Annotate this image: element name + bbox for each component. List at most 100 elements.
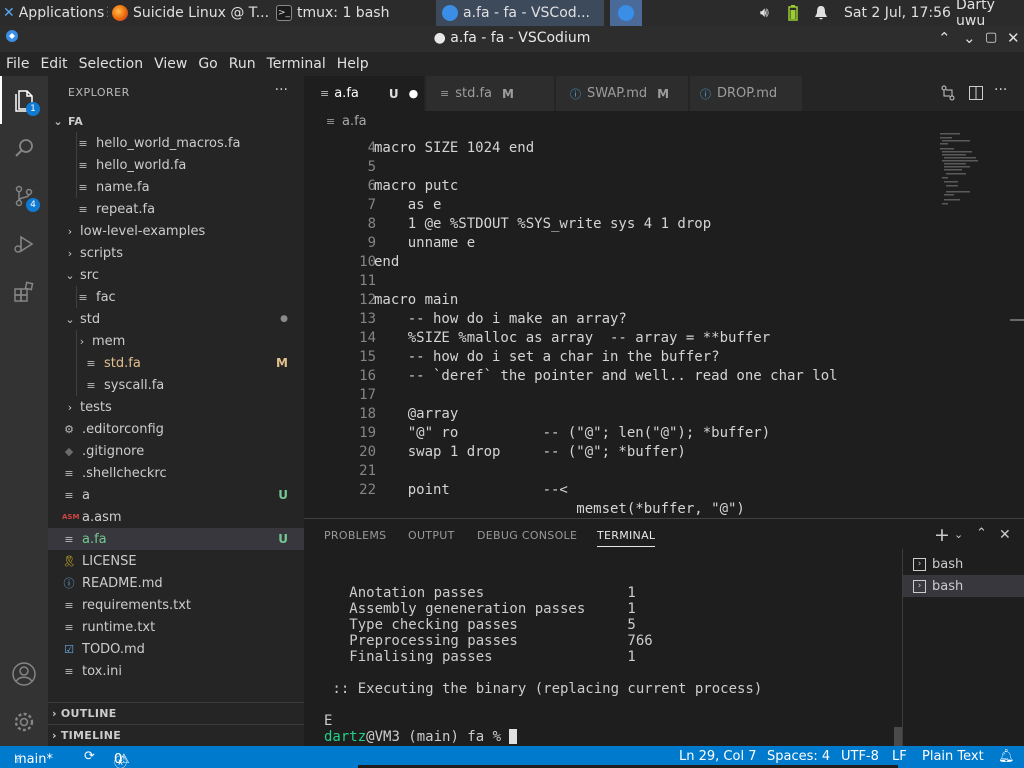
tab-terminal[interactable]: TERMINAL (597, 529, 656, 547)
file-lines-icon: ≡ (64, 664, 74, 678)
code-line: 13 -- how do i make an array? (359, 311, 627, 327)
close-button[interactable]: ✕ (1007, 29, 1020, 47)
file-fac[interactable]: ≡ fac (48, 286, 304, 308)
file-syscall-fa[interactable]: ≡ syscall.fa (48, 374, 304, 396)
restore-button[interactable]: ⌄ (963, 29, 976, 47)
taskbar-item-firefox[interactable]: Suicide Linux @ T... (112, 0, 272, 26)
file-requirements[interactable]: ≡ requirements.txt (48, 594, 304, 616)
tab-problems[interactable]: PROBLEMS (324, 529, 386, 542)
explorer-more-button[interactable]: ··· (275, 82, 288, 98)
file-todo[interactable]: ☑ TODO.md (48, 638, 304, 660)
menu-file[interactable]: File (0, 56, 34, 72)
clock[interactable]: Sat 2 Jul, 17:56 (844, 0, 951, 26)
language-mode[interactable]: Plain Text (922, 749, 984, 764)
taskbar-item-tmux[interactable]: >_ tmux: 1 bash (276, 0, 426, 26)
outline-section[interactable]: › OUTLINE (48, 702, 304, 724)
encoding[interactable]: UTF-8 (841, 749, 879, 764)
terminal-scrollbar[interactable] (894, 727, 902, 747)
file-runtime[interactable]: ≡ runtime.txt (48, 616, 304, 638)
user-name[interactable]: Darty uwu (956, 0, 1024, 29)
new-terminal-icon[interactable]: + (934, 524, 950, 546)
menu-run[interactable]: Run (223, 56, 261, 72)
code-line: 15 -- how do i set a char in the buffer? (359, 349, 720, 365)
extensions-activity[interactable] (0, 268, 48, 316)
minimize-button[interactable]: ⌃ (938, 29, 951, 47)
gear-icon (14, 712, 34, 732)
indentation[interactable]: Spaces: 4 (767, 749, 830, 764)
applications-menu[interactable]: ✕ Applications ☰ (0, 0, 108, 26)
menu-go[interactable]: Go (192, 56, 222, 72)
folder-std[interactable]: ⌄ std ● (48, 308, 304, 330)
explorer-activity[interactable]: 1 (0, 76, 48, 124)
close-panel-icon[interactable]: ✕ (999, 527, 1011, 543)
maximize-panel-icon[interactable]: ⌃ (976, 526, 987, 541)
file-a-asm[interactable]: ASM a.asm (48, 506, 304, 528)
file-a[interactable]: ≡ a U (48, 484, 304, 506)
file-editorconfig[interactable]: ⚙ .editorconfig (48, 418, 304, 440)
terminal-line: E (324, 713, 333, 729)
folder-scripts[interactable]: › scripts (48, 242, 304, 264)
file-tox-ini[interactable]: ≡ tox.ini (48, 660, 304, 682)
split-editor-icon[interactable] (968, 85, 984, 105)
folder-tests[interactable]: › tests (48, 396, 304, 418)
file-a-fa[interactable]: ≡ a.fa U (48, 528, 304, 550)
feedback-icon[interactable]: 🔔︎ (998, 749, 1015, 764)
timeline-section[interactable]: › TIMELINE (48, 724, 304, 746)
code-line: 10 end (359, 254, 400, 270)
explorer-root-folder[interactable]: ⌄ FA (48, 110, 304, 132)
menu-edit[interactable]: Edit (34, 56, 72, 72)
code-line: memset(*buffer, "@") (374, 501, 745, 517)
run-debug-icon (14, 235, 34, 253)
end-of-line[interactable]: LF (892, 749, 907, 764)
editor-scrollbar[interactable] (1010, 133, 1024, 518)
file-std-fa[interactable]: ≡ std.fa M (48, 352, 304, 374)
battery-icon[interactable] (788, 0, 798, 26)
search-activity[interactable] (0, 124, 48, 172)
file-readme[interactable]: ⓘ README.md (48, 572, 304, 594)
file-license[interactable]: 🎗︎ LICENSE (48, 550, 304, 572)
maximize-button[interactable]: ▢ (985, 30, 997, 45)
notification-bell-icon[interactable] (814, 0, 828, 26)
file-hello-world[interactable]: ≡ hello_world.fa (48, 154, 304, 176)
menu-help[interactable]: Help (331, 56, 374, 72)
chevron-down-icon[interactable]: ⌄ (954, 528, 963, 541)
taskbar-item-vscodium[interactable]: a.fa - fa - VSCod... (436, 0, 604, 26)
file-repeat-fa[interactable]: ≡ repeat.fa (48, 198, 304, 220)
cursor-position[interactable]: Ln 29, Col 7 (679, 749, 756, 764)
file-shellcheckrc[interactable]: ≡ .shellcheckrc (48, 462, 304, 484)
breadcrumb-file[interactable]: a.fa (342, 114, 367, 129)
code-line: 14 %SIZE %malloc as array -- array = **b… (359, 330, 771, 346)
folder-mem[interactable]: › mem (48, 330, 304, 352)
volume-icon[interactable]: 🔊︎ (760, 0, 769, 26)
file-gitignore[interactable]: ◆ .gitignore (48, 440, 304, 462)
folder-low-level-examples[interactable]: › low-level-examples (48, 220, 304, 242)
menu-terminal[interactable]: Terminal (261, 56, 331, 72)
more-actions-icon[interactable]: ··· (994, 82, 1007, 98)
taskbar-item-vscodium-2[interactable] (610, 0, 642, 26)
tab-a-fa[interactable]: ≡ a.fa U ● (304, 76, 424, 111)
terminal-item-bash-1[interactable]: › bash (903, 553, 1024, 575)
terminal-item-bash-2[interactable]: › bash (903, 575, 1024, 597)
tab-drop-md[interactable]: ⓘ DROP.md (690, 76, 802, 111)
chevron-right-icon: › (52, 729, 57, 742)
tab-std-fa[interactable]: ≡ std.fa M (426, 76, 554, 111)
minimap[interactable] (938, 133, 1008, 213)
sync-icon[interactable]: ⟳ (84, 749, 95, 764)
accounts-activity[interactable] (0, 650, 48, 698)
code-editor[interactable]: 4 macro SIZE 1024 end 5 6 macro putc 7 as … (304, 133, 1008, 518)
manage-activity[interactable] (0, 698, 48, 746)
tab-swap-md[interactable]: ⓘ SWAP.md M (556, 76, 688, 111)
activity-bar: 1 4 (0, 76, 48, 746)
file-hello-world-macros[interactable]: ≡ hello_world_macros.fa (48, 132, 304, 154)
source-control-activity[interactable]: 4 (0, 172, 48, 220)
tab-debug-console[interactable]: DEBUG CONSOLE (477, 529, 577, 542)
tab-output[interactable]: OUTPUT (408, 529, 455, 542)
file-name-fa[interactable]: ≡ name.fa (48, 176, 304, 198)
run-debug-activity[interactable] (0, 220, 48, 268)
compare-changes-icon[interactable] (940, 85, 956, 105)
menu-selection[interactable]: Selection (73, 56, 149, 72)
unsaved-dot-icon[interactable]: ● (409, 87, 419, 100)
window-title: ● a.fa - fa - VSCodium (433, 30, 591, 46)
menu-view[interactable]: View (148, 56, 192, 72)
folder-src[interactable]: ⌄ src (48, 264, 304, 286)
